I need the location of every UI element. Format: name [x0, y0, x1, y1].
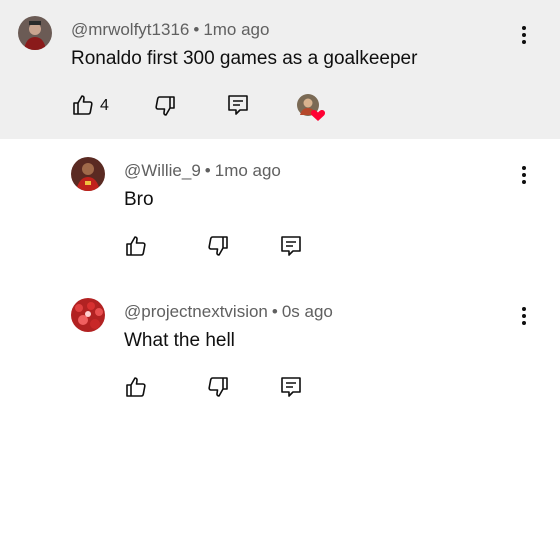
comment-meta: @Willie_9 • 1mo ago: [124, 161, 281, 181]
author-name[interactable]: @projectnextvision: [124, 302, 268, 321]
more-options-button[interactable]: [514, 302, 534, 330]
thumbs-down-icon: [208, 377, 228, 397]
reply-button[interactable]: [279, 234, 303, 258]
more-options-button[interactable]: [514, 161, 534, 189]
author-name[interactable]: @Willie_9: [124, 161, 201, 180]
dislike-button[interactable]: [153, 94, 177, 118]
timestamp[interactable]: 1mo ago: [203, 20, 269, 39]
reply-item: @projectnextvision • 0s ago What the hell: [0, 280, 560, 421]
more-options-button[interactable]: [514, 21, 534, 49]
more-vertical-icon: [522, 26, 526, 30]
reply-icon: [281, 377, 301, 397]
comment-text: Ronaldo first 300 games as a goalkeeper: [71, 48, 418, 69]
thumbs-down-icon: [155, 96, 175, 116]
thumbs-up-icon: [126, 236, 146, 256]
thumbs-up-icon: [126, 377, 146, 397]
thumbs-up-icon: [73, 95, 93, 115]
separator: •: [271, 302, 278, 321]
like-button[interactable]: [124, 375, 148, 399]
separator: •: [193, 20, 200, 39]
comment-text: What the hell: [124, 330, 235, 351]
reply-item: @Willie_9 • 1mo ago Bro: [0, 139, 560, 280]
separator: •: [204, 161, 211, 180]
comment-item: @mrwolfyt1316 • 1mo ago Ronaldo first 300 …: [0, 0, 560, 139]
comment-meta: @projectnextvision • 0s ago: [124, 302, 333, 322]
avatar[interactable]: [71, 157, 105, 191]
dislike-button[interactable]: [206, 375, 230, 399]
heart-icon: [310, 110, 326, 121]
reply-button[interactable]: [226, 93, 250, 117]
reply-icon: [228, 95, 248, 115]
comment-text: Bro: [124, 189, 154, 210]
thumbs-down-icon: [208, 236, 228, 256]
reply-button[interactable]: [279, 375, 303, 399]
like-button[interactable]: [124, 234, 148, 258]
more-vertical-icon: [522, 307, 526, 311]
avatar[interactable]: [71, 298, 105, 332]
timestamp[interactable]: 0s ago: [282, 302, 333, 321]
dislike-button[interactable]: [206, 234, 230, 258]
like-count: 4: [100, 97, 109, 114]
like-button[interactable]: [71, 93, 95, 117]
more-vertical-icon: [522, 166, 526, 170]
avatar[interactable]: [18, 16, 52, 50]
timestamp[interactable]: 1mo ago: [215, 161, 281, 180]
comment-meta: @mrwolfyt1316 • 1mo ago: [71, 20, 269, 40]
reply-icon: [281, 236, 301, 256]
creator-heart-badge: [296, 93, 326, 123]
author-name[interactable]: @mrwolfyt1316: [71, 20, 189, 39]
